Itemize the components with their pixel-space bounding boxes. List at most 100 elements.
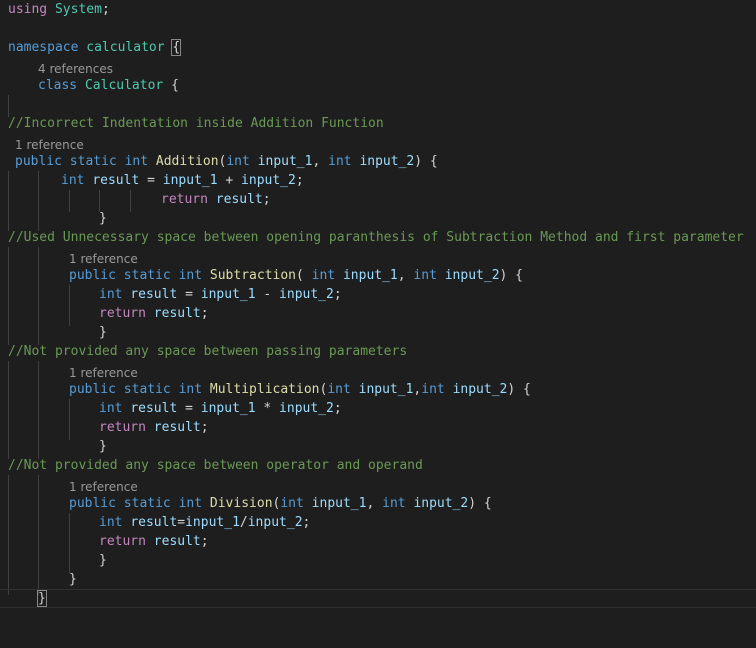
punctuation: ,: [312, 154, 321, 169]
code-line[interactable]: return result;: [99, 532, 209, 551]
keyword: int: [178, 496, 203, 511]
indent-guide: [38, 247, 39, 345]
punctuation: (: [296, 268, 312, 283]
punctuation: ;: [200, 420, 209, 435]
keyword: return: [99, 420, 146, 435]
code-editor[interactable]: using System; namespace calculator { 4 r…: [0, 0, 756, 648]
indent-guide: [69, 399, 70, 440]
code-line[interactable]: }: [37, 589, 47, 608]
code-comment[interactable]: //Not provided any space between operato…: [8, 456, 423, 475]
namespace-name: System: [54, 2, 102, 17]
parameter: input_1: [311, 496, 367, 511]
punctuation: ) {: [468, 496, 492, 511]
method-name: Multiplication: [209, 382, 320, 397]
keyword: return: [99, 306, 146, 321]
operator: /: [239, 515, 248, 530]
code-line[interactable]: }: [69, 570, 77, 589]
punctuation: ,: [366, 496, 375, 511]
variable: result: [153, 420, 201, 435]
code-line[interactable]: int result = input_1 + input_2;: [61, 171, 304, 190]
variable: input_1: [185, 515, 240, 530]
parameter: input_1: [257, 154, 313, 169]
variable: result: [130, 401, 178, 416]
indent-guide: [8, 171, 9, 231]
code-line[interactable]: return result;: [99, 304, 209, 323]
keyword: public: [69, 382, 116, 397]
operator: =: [147, 173, 155, 188]
keyword: int: [311, 268, 336, 283]
keyword: int: [99, 287, 123, 302]
operator: +: [225, 173, 234, 188]
keyword: int: [178, 268, 203, 283]
keyword: namespace: [8, 40, 79, 55]
keyword: int: [421, 382, 445, 397]
keyword: int: [280, 496, 304, 511]
keyword: int: [382, 496, 406, 511]
variable: input_1: [200, 401, 256, 416]
code-line[interactable]: }: [99, 209, 107, 228]
matched-brace: {: [171, 39, 182, 56]
code-line[interactable]: }: [99, 323, 107, 342]
keyword: int: [178, 382, 203, 397]
variable: result: [153, 534, 201, 549]
code-line[interactable]: public static int Multiplication(int inp…: [69, 380, 531, 399]
indent-guide: [8, 361, 9, 459]
variable: result: [130, 287, 178, 302]
code-line[interactable]: }: [99, 437, 107, 456]
code-line[interactable]: int result = input_1 - input_2;: [99, 285, 342, 304]
keyword: int: [124, 154, 149, 169]
method-name: Division: [209, 496, 273, 511]
code-line[interactable]: using System;: [8, 0, 110, 19]
punctuation: }: [99, 439, 107, 454]
punctuation: ,: [397, 268, 406, 283]
keyword: public: [69, 268, 116, 283]
code-line[interactable]: public static int Subtraction( int input…: [69, 266, 523, 285]
method-name: Subtraction: [209, 268, 296, 283]
punctuation: ) {: [499, 268, 524, 283]
keyword: return: [161, 192, 208, 207]
punctuation: {: [171, 78, 179, 93]
code-line[interactable]: class Calculator {: [38, 76, 179, 95]
variable: input_2: [241, 173, 296, 188]
parameter: input_2: [413, 496, 469, 511]
variable: result: [92, 173, 140, 188]
indent-guide: [8, 247, 9, 345]
keyword: int: [328, 154, 352, 169]
punctuation: ;: [333, 401, 342, 416]
code-line[interactable]: public static int Division(int input_1, …: [69, 494, 492, 513]
matched-brace: }: [37, 590, 47, 607]
code-comment[interactable]: //Incorrect Indentation inside Addition …: [8, 114, 384, 133]
code-comment[interactable]: //Not provided any space between passing…: [8, 342, 407, 361]
code-line[interactable]: public static int Addition(int input_1, …: [15, 152, 438, 171]
punctuation: ;: [333, 287, 342, 302]
punctuation: }: [69, 572, 77, 587]
method-name: Addition: [155, 154, 219, 169]
punctuation: ) {: [414, 154, 438, 169]
operator: =: [185, 287, 193, 302]
keyword: public: [15, 154, 62, 169]
operator: *: [263, 401, 272, 416]
code-line[interactable]: namespace calculator {: [8, 38, 182, 57]
keyword: static: [69, 154, 117, 169]
variable: result: [153, 306, 201, 321]
variable: input_1: [162, 173, 218, 188]
code-line[interactable]: int result = input_1 * input_2;: [99, 399, 342, 418]
current-line-highlight: [0, 589, 756, 608]
parameter: input_2: [444, 268, 500, 283]
punctuation: }: [99, 325, 107, 340]
code-comment[interactable]: //Used Unnecessary space between opening…: [8, 228, 744, 247]
code-line[interactable]: return result;: [161, 190, 271, 209]
indent-guide: [38, 361, 39, 459]
keyword: int: [327, 382, 351, 397]
code-line[interactable]: return result;: [99, 418, 209, 437]
code-line[interactable]: }: [99, 551, 107, 570]
keyword: class: [38, 78, 78, 93]
keyword: int: [413, 268, 437, 283]
code-line[interactable]: int result=input_1/input_2;: [99, 513, 310, 532]
parameter: input_2: [359, 154, 415, 169]
indent-guide: [69, 513, 70, 573]
parameter: input_2: [452, 382, 508, 397]
keyword: return: [99, 534, 146, 549]
parameter: input_1: [358, 382, 414, 397]
keyword: int: [99, 515, 123, 530]
